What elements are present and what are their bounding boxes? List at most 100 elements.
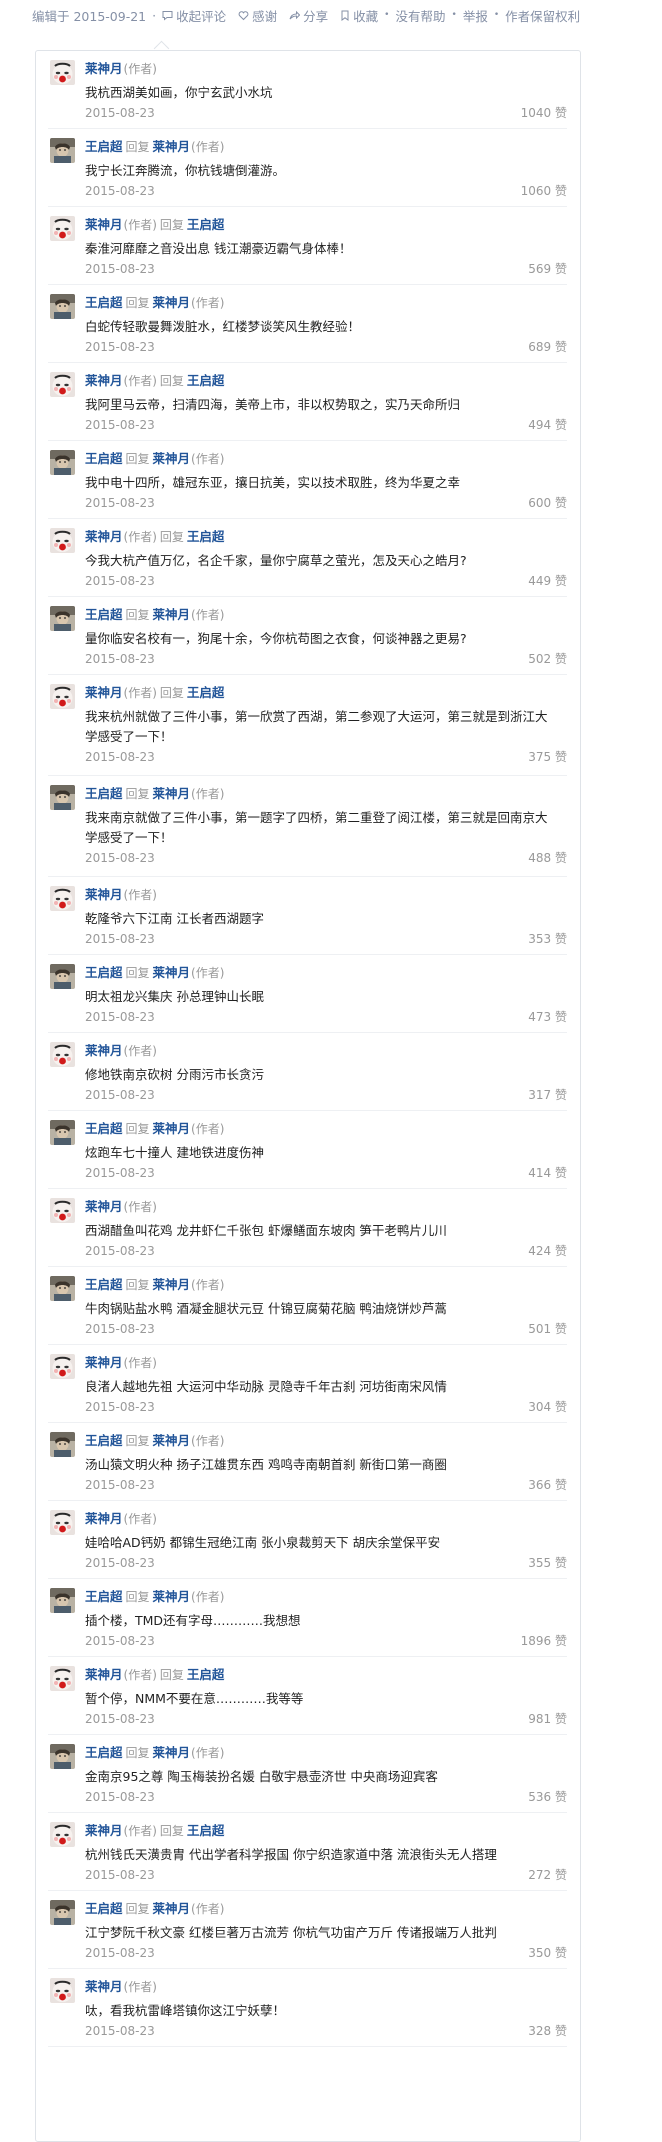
collapse-comments-button[interactable]: 收起评论 [162, 6, 226, 25]
like-count[interactable]: 272 赞 [528, 1867, 567, 1883]
avatar[interactable] [50, 1510, 75, 1535]
avatar[interactable] [50, 684, 75, 709]
comment-author-link[interactable]: 莱神月 [85, 1823, 123, 1838]
comment-author-link[interactable]: 莱神月 [85, 1199, 123, 1214]
avatar[interactable] [50, 450, 75, 475]
like-count[interactable]: 317 赞 [528, 1087, 567, 1103]
like-count[interactable]: 1060 赞 [521, 183, 567, 199]
like-count[interactable]: 600 赞 [528, 495, 567, 511]
comment-author-link[interactable]: 王启超 [85, 139, 123, 154]
avatar[interactable] [50, 216, 75, 241]
no-help-button[interactable]: 没有帮助 [395, 6, 445, 25]
like-count[interactable]: 375 赞 [528, 749, 567, 765]
like-count[interactable]: 304 赞 [528, 1399, 567, 1415]
avatar[interactable] [50, 138, 75, 163]
collect-button[interactable]: 收藏 [340, 6, 378, 25]
avatar[interactable] [50, 785, 75, 810]
like-count[interactable]: 981 赞 [528, 1711, 567, 1727]
reply-to-author-link[interactable]: 莱神月 [153, 1589, 191, 1604]
avatar[interactable] [50, 1198, 75, 1223]
comment-author-link[interactable]: 莱神月 [85, 887, 123, 902]
like-count[interactable]: 488 赞 [528, 850, 567, 866]
avatar[interactable] [50, 372, 75, 397]
comment-author-link[interactable]: 王启超 [85, 1433, 123, 1448]
avatar[interactable] [50, 1978, 75, 2003]
reply-to-author-link[interactable]: 莱神月 [153, 295, 191, 310]
avatar[interactable] [50, 60, 75, 85]
avatar[interactable] [50, 886, 75, 911]
avatar[interactable] [50, 528, 75, 553]
like-count[interactable]: 536 赞 [528, 1789, 567, 1805]
like-count[interactable]: 355 赞 [528, 1555, 567, 1571]
avatar[interactable] [50, 1666, 75, 1691]
avatar[interactable] [50, 294, 75, 319]
comment-author-link[interactable]: 莱神月 [85, 685, 123, 700]
avatar[interactable] [50, 1744, 75, 1769]
comment-author-link[interactable]: 莱神月 [85, 1979, 123, 1994]
comment-author-link[interactable]: 莱神月 [85, 1667, 123, 1682]
author-tag: (作者) [123, 62, 157, 76]
reply-to-author-link[interactable]: 莱神月 [153, 1433, 191, 1448]
reply-to-author-link[interactable]: 莱神月 [153, 1121, 191, 1136]
reply-to-author-link[interactable]: 莱神月 [153, 1277, 191, 1292]
avatar[interactable] [50, 1120, 75, 1145]
comment-author-link[interactable]: 莱神月 [85, 61, 123, 76]
reply-to-author-link[interactable]: 王启超 [187, 217, 225, 232]
avatar[interactable] [50, 1822, 75, 1847]
reply-to-author-link[interactable]: 王启超 [187, 1823, 225, 1838]
avatar[interactable] [50, 1900, 75, 1925]
like-count[interactable]: 328 赞 [528, 2023, 567, 2039]
comment-author-link[interactable]: 莱神月 [85, 1355, 123, 1370]
reply-to-author-link[interactable]: 王启超 [187, 373, 225, 388]
avatar[interactable] [50, 1042, 75, 1067]
report-button[interactable]: 举报 [463, 6, 488, 25]
comment-author-link[interactable]: 王启超 [85, 1277, 123, 1292]
reply-to-author-link[interactable]: 莱神月 [153, 607, 191, 622]
comment-author-link[interactable]: 王启超 [85, 1589, 123, 1604]
like-count[interactable]: 494 赞 [528, 417, 567, 433]
like-count[interactable]: 449 赞 [528, 573, 567, 589]
comment-author-link[interactable]: 莱神月 [85, 217, 123, 232]
comment-author-link[interactable]: 王启超 [85, 295, 123, 310]
avatar[interactable] [50, 1354, 75, 1379]
reply-to-author-link[interactable]: 莱神月 [153, 786, 191, 801]
like-count[interactable]: 501 赞 [528, 1321, 567, 1337]
comment-author-link[interactable]: 莱神月 [85, 529, 123, 544]
reply-to-author-link[interactable]: 莱神月 [153, 1901, 191, 1916]
reply-to-author-link[interactable]: 王启超 [187, 685, 225, 700]
avatar[interactable] [50, 1432, 75, 1457]
avatar[interactable] [50, 1276, 75, 1301]
like-count[interactable]: 1896 赞 [521, 1633, 567, 1649]
avatar[interactable] [50, 1588, 75, 1613]
like-count[interactable]: 1040 赞 [521, 105, 567, 121]
avatar[interactable] [50, 606, 75, 631]
avatar[interactable] [50, 964, 75, 989]
comment-author-link[interactable]: 王启超 [85, 1901, 123, 1916]
comment-author-link[interactable]: 王启超 [85, 786, 123, 801]
like-count[interactable]: 350 赞 [528, 1945, 567, 1961]
reply-to-author-link[interactable]: 莱神月 [153, 451, 191, 466]
reply-to-author-link[interactable]: 莱神月 [153, 139, 191, 154]
comment-author-link[interactable]: 莱神月 [85, 373, 123, 388]
comment-author-link[interactable]: 王启超 [85, 965, 123, 980]
comment-author-link[interactable]: 莱神月 [85, 1043, 123, 1058]
comment-author-link[interactable]: 王启超 [85, 451, 123, 466]
comment-author-link[interactable]: 莱神月 [85, 1511, 123, 1526]
comment-author-link[interactable]: 王启超 [85, 607, 123, 622]
reply-to-author-link[interactable]: 莱神月 [153, 965, 191, 980]
reply-to-author-link[interactable]: 王启超 [187, 1667, 225, 1682]
comment-author-link[interactable]: 王启超 [85, 1121, 123, 1136]
like-count[interactable]: 502 赞 [528, 651, 567, 667]
reply-to-author-link[interactable]: 王启超 [187, 529, 225, 544]
like-count[interactable]: 353 赞 [528, 931, 567, 947]
thanks-button[interactable]: 感谢 [238, 6, 277, 25]
comment-author-link[interactable]: 王启超 [85, 1745, 123, 1760]
like-count[interactable]: 366 赞 [528, 1477, 567, 1493]
like-count[interactable]: 689 赞 [528, 339, 567, 355]
reply-to-author-link[interactable]: 莱神月 [153, 1745, 191, 1760]
like-count[interactable]: 424 赞 [528, 1243, 567, 1259]
like-count[interactable]: 414 赞 [528, 1165, 567, 1181]
share-button[interactable]: 分享 [289, 6, 328, 25]
like-count[interactable]: 473 赞 [528, 1009, 567, 1025]
like-count[interactable]: 569 赞 [528, 261, 567, 277]
